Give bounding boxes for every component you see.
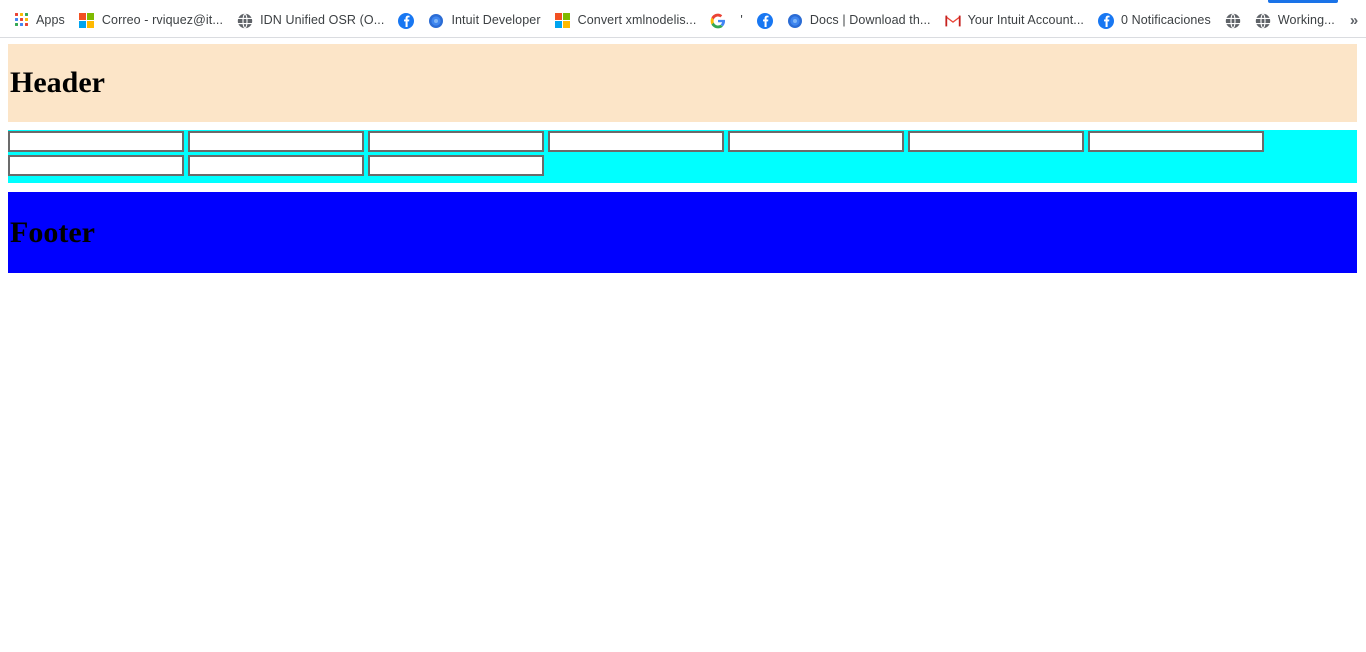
page-header-band: Header — [8, 44, 1357, 122]
bookmark-label: Apps — [36, 13, 65, 28]
bookmark-label: IDN Unified OSR (O... — [260, 13, 385, 28]
facebook-icon — [1098, 12, 1114, 29]
bookmark-facebook-icon-3[interactable] — [391, 8, 421, 34]
bookmark-label: Correo - rviquez@it... — [101, 13, 224, 28]
blue-circle-icon — [787, 13, 803, 29]
bookmark-0-notificaciones-11[interactable]: 0 Notificaciones — [1091, 8, 1218, 34]
bookmarks-overflow-chevron-icon[interactable]: » — [1342, 13, 1366, 28]
page-content: Header Footer — [0, 39, 1366, 652]
field-1[interactable] — [8, 131, 184, 152]
bookmark-label: 0 Notificaciones — [1121, 13, 1211, 28]
bookmark-convert-xmlnodelis-5[interactable]: Convert xmlnodelis... — [548, 8, 704, 34]
google-g-icon — [710, 13, 726, 29]
bookmark-label: Convert xmlnodelis... — [577, 13, 697, 28]
bookmark-item-7[interactable]: ' — [733, 8, 750, 34]
field-3[interactable] — [368, 131, 544, 152]
field-10[interactable] — [368, 155, 544, 176]
bookmarks-bar: Apps Correo - rviquez@it... IDN Unified OS… — [0, 4, 1366, 38]
bookmark-intuit-developer-4[interactable]: Intuit Developer — [421, 8, 547, 34]
bookmark-label: Your Intuit Account... — [967, 13, 1084, 28]
field-2[interactable] — [188, 131, 364, 152]
bookmark-label: Intuit Developer — [451, 13, 541, 28]
bookmark-your-intuit-account-10[interactable]: Your Intuit Account... — [938, 8, 1091, 34]
page-title: Header — [10, 66, 105, 99]
bookmark-label: ' — [740, 13, 743, 28]
facebook-icon — [756, 12, 773, 29]
field-row-2 — [8, 155, 1357, 177]
field-row-1 — [8, 131, 1357, 153]
field-8[interactable] — [8, 155, 184, 176]
facebook-icon — [398, 12, 415, 29]
field-4[interactable] — [548, 131, 724, 152]
field-9[interactable] — [188, 155, 364, 176]
bookmark-globe-icon-12[interactable] — [1218, 8, 1248, 34]
apps-grid-icon — [13, 12, 29, 29]
blue-circle-icon — [428, 13, 444, 29]
page-footer-band: Footer — [8, 192, 1357, 273]
bookmark-facebook-icon-8[interactable] — [750, 8, 780, 34]
bookmark-idn-unified-osr-o-2[interactable]: IDN Unified OSR (O... — [230, 8, 391, 34]
field-6[interactable] — [908, 131, 1084, 152]
globe-icon — [1255, 12, 1271, 29]
globe-icon — [1225, 12, 1241, 29]
bookmark-label: Working... — [1277, 13, 1335, 28]
field-7[interactable] — [1088, 131, 1264, 152]
globe-icon — [237, 12, 253, 29]
bookmark-label: Docs | Download th... — [809, 13, 931, 28]
field-5[interactable] — [728, 131, 904, 152]
bookmark-google-g-icon-6[interactable] — [703, 8, 733, 34]
bookmark-working-13[interactable]: Working... — [1248, 8, 1342, 34]
bookmark-correo-rviquez-it-1[interactable]: Correo - rviquez@it... — [72, 8, 230, 34]
footer-title: Footer — [10, 215, 95, 249]
microsoft-icon — [78, 12, 95, 29]
active-tab-indicator[interactable] — [1268, 0, 1338, 3]
bookmark-apps-0[interactable]: Apps — [6, 8, 72, 34]
gmail-icon — [944, 13, 961, 29]
bookmark-docs-download-th-9[interactable]: Docs | Download th... — [780, 8, 938, 34]
form-band — [8, 130, 1357, 183]
microsoft-icon — [554, 12, 571, 29]
